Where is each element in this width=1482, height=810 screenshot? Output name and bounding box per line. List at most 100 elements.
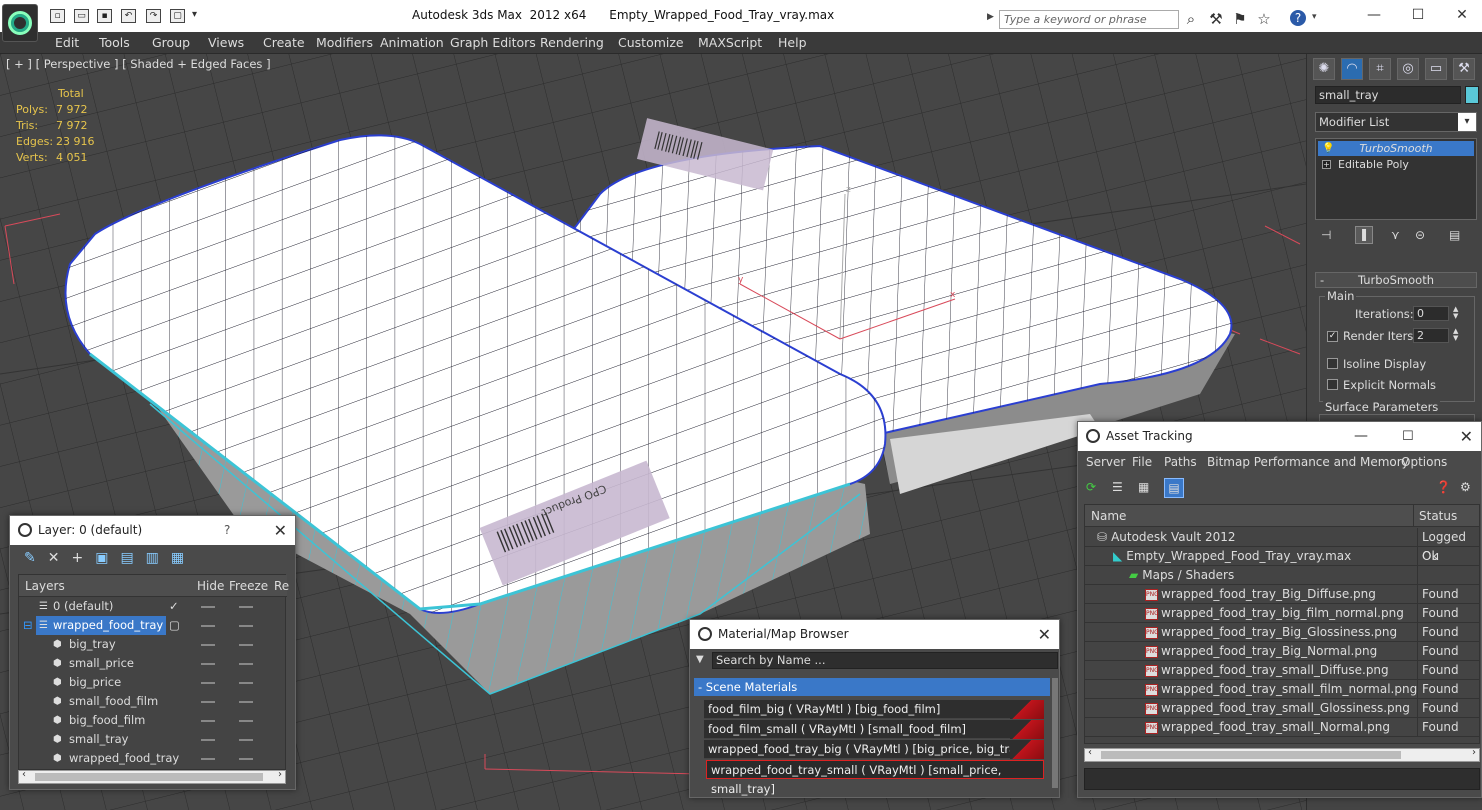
create-tab-icon[interactable]: ✺ <box>1313 58 1335 80</box>
object-row[interactable]: ⬢ small_price <box>19 654 287 673</box>
select-objects-icon[interactable]: ▣ <box>95 550 120 566</box>
close-icon[interactable]: ✕ <box>1038 620 1051 649</box>
column-freeze[interactable]: Freeze <box>229 579 268 593</box>
column-name[interactable]: Name <box>1091 509 1126 523</box>
refresh-icon[interactable]: ⟳ <box>1086 480 1096 494</box>
material-row[interactable]: wrapped_food_tray_big ( VRayMtl ) [big_p… <box>704 740 1044 759</box>
subscription-icon[interactable]: ⚑ <box>1231 10 1249 28</box>
isoline-display-checkbox[interactable] <box>1327 358 1338 369</box>
scroll-left-icon[interactable]: ‹ <box>1088 747 1092 758</box>
lightbulb-icon[interactable]: 💡 <box>1322 141 1334 156</box>
asset-row[interactable]: PNG wrapped_food_tray_big_film_normal.png… <box>1085 604 1479 623</box>
add-to-layer-icon[interactable]: + <box>71 550 95 566</box>
menu-options[interactable]: Options <box>1401 455 1447 469</box>
binoculars-icon[interactable]: ⌕ <box>1182 10 1200 28</box>
active-layer-check-icon[interactable]: ✓ <box>169 597 179 616</box>
object-row[interactable]: ⬢ big_food_film <box>19 711 287 730</box>
hide-toggle[interactable] <box>201 644 215 646</box>
render-iters-spinner[interactable]: 2 <box>1413 328 1449 343</box>
menu-bitmap-performance[interactable]: Bitmap Performance and Memory <box>1207 455 1409 469</box>
create-layer-icon[interactable]: ✎ <box>24 550 48 566</box>
menu-maxscript[interactable]: MAXScript <box>698 35 762 50</box>
object-row[interactable]: ⬢ small_tray <box>19 730 287 749</box>
remove-modifier-icon[interactable]: ⊝ <box>1415 228 1425 242</box>
freeze-toggle[interactable] <box>239 758 253 760</box>
material-row-selected[interactable]: wrapped_food_tray_small ( VRayMtl ) [sma… <box>706 760 1044 796</box>
make-unique-icon[interactable]: ⋎ <box>1391 228 1400 242</box>
pin-stack-icon[interactable]: ⊣ <box>1321 228 1331 242</box>
hide-toggle[interactable] <box>201 625 215 627</box>
project-folder-icon[interactable]: ▢ <box>170 9 185 23</box>
spinner-arrows-icon[interactable]: ▲ ▼ <box>1453 306 1458 320</box>
menu-create[interactable]: Create <box>263 35 305 50</box>
hide-toggle[interactable] <box>201 663 215 665</box>
undo-icon[interactable]: ↶ <box>121 9 136 23</box>
menu-tools[interactable]: Tools <box>99 35 130 50</box>
hide-toggle[interactable] <box>201 720 215 722</box>
help-icon[interactable]: ? <box>1290 10 1306 26</box>
close-icon[interactable]: ✕ <box>274 516 287 545</box>
asset-row[interactable]: PNG wrapped_food_tray_small_film_normal.p… <box>1085 680 1479 699</box>
stack-item-editable-poly[interactable]: + Editable Poly <box>1318 157 1474 172</box>
hide-toggle[interactable] <box>201 739 215 741</box>
material-row[interactable]: food_film_small ( VRayMtl ) [small_food_… <box>704 720 1044 739</box>
tools-icon[interactable]: ⚒ <box>1207 10 1225 28</box>
object-row[interactable]: ⬢ small_food_film <box>19 692 287 711</box>
viewport-label[interactable]: [ + ] [ Perspective ] [ Shaded + Edged F… <box>6 57 271 71</box>
modify-tab-icon[interactable]: ◠ <box>1341 58 1363 80</box>
render-iters-checkbox[interactable]: ✓ <box>1327 331 1338 342</box>
help-icon[interactable]: ❓ <box>1436 480 1451 494</box>
quick-access-dropdown-icon[interactable]: ▾ <box>192 9 197 20</box>
menu-graph-editors[interactable]: Graph Editors <box>450 35 536 50</box>
object-color-swatch[interactable] <box>1465 86 1479 104</box>
hide-toggle[interactable] <box>201 701 215 703</box>
utilities-tab-icon[interactable]: ⚒ <box>1453 58 1475 80</box>
maximize-icon[interactable]: ☐ <box>1404 6 1432 26</box>
show-end-result-icon[interactable]: ❚ <box>1355 226 1373 244</box>
open-file-icon[interactable]: ▭ <box>74 9 89 23</box>
column-render[interactable]: Re <box>274 579 289 593</box>
search-expand-icon[interactable]: ▶ <box>987 12 994 22</box>
menu-views[interactable]: Views <box>208 35 244 50</box>
layer-window-titlebar[interactable]: Layer: 0 (default) ? ✕ <box>10 516 295 545</box>
column-status[interactable]: Status <box>1419 509 1457 523</box>
asset-row[interactable]: PNG wrapped_food_tray_Big_Glossiness.png F… <box>1085 623 1479 642</box>
turbosmooth-rollout-header[interactable]: - TurboSmooth <box>1315 272 1477 288</box>
modifier-list-dropdown[interactable]: Modifier List ▾ <box>1315 112 1477 132</box>
thumbnail-view-icon[interactable]: ▦ <box>1138 480 1149 494</box>
list-view-icon[interactable]: ☰ <box>1112 480 1123 494</box>
menu-modifiers[interactable]: Modifiers <box>316 35 373 50</box>
hide-toggle[interactable] <box>201 758 215 760</box>
object-name-field[interactable]: small_tray <box>1315 86 1461 104</box>
object-row[interactable]: ⬢ big_tray <box>19 635 287 654</box>
column-hide[interactable]: Hide <box>197 579 224 593</box>
motion-tab-icon[interactable]: ◎ <box>1397 58 1419 80</box>
hide-toggle[interactable] <box>201 606 215 608</box>
select-layer-icon[interactable]: ▤ <box>120 550 145 566</box>
spinner-arrows-icon[interactable]: ▲ ▼ <box>1453 328 1458 342</box>
object-row[interactable]: ⬢ wrapped_food_tray <box>19 749 287 768</box>
material-browser-titlebar[interactable]: Material/Map Browser ✕ <box>690 620 1059 649</box>
close-icon[interactable]: ✕ <box>1448 6 1476 26</box>
scroll-thumb[interactable] <box>35 773 263 781</box>
scene-materials-group[interactable]: - Scene Materials <box>694 678 1050 696</box>
configure-sets-icon[interactable]: ▤ <box>1449 228 1460 242</box>
vertical-scrollbar[interactable] <box>1052 678 1058 788</box>
close-icon[interactable]: ✕ <box>1460 422 1473 451</box>
delete-layer-icon[interactable]: ✕ <box>48 550 72 566</box>
hide-toggle[interactable] <box>201 682 215 684</box>
redo-icon[interactable]: ↷ <box>146 9 161 23</box>
expand-icon[interactable]: + <box>1322 160 1331 169</box>
asset-row[interactable]: ◣ Empty_Wrapped_Food_Tray_vray.max Ok <box>1085 547 1479 566</box>
menu-rendering[interactable]: Rendering <box>540 35 604 50</box>
freeze-toggle[interactable] <box>239 701 253 703</box>
freeze-toggle[interactable] <box>239 625 253 627</box>
minimize-icon[interactable]: — <box>1360 6 1388 26</box>
options-icon[interactable]: ⚙ <box>1460 480 1471 494</box>
app-logo-icon[interactable] <box>2 4 38 42</box>
freeze-toggle[interactable] <box>239 663 253 665</box>
display-tab-icon[interactable]: ▭ <box>1425 58 1447 80</box>
asset-row[interactable]: PNG wrapped_food_tray_small_Normal.png Fou… <box>1085 718 1479 737</box>
scroll-left-icon[interactable]: ‹ <box>22 769 26 780</box>
freeze-toggle[interactable] <box>239 720 253 722</box>
